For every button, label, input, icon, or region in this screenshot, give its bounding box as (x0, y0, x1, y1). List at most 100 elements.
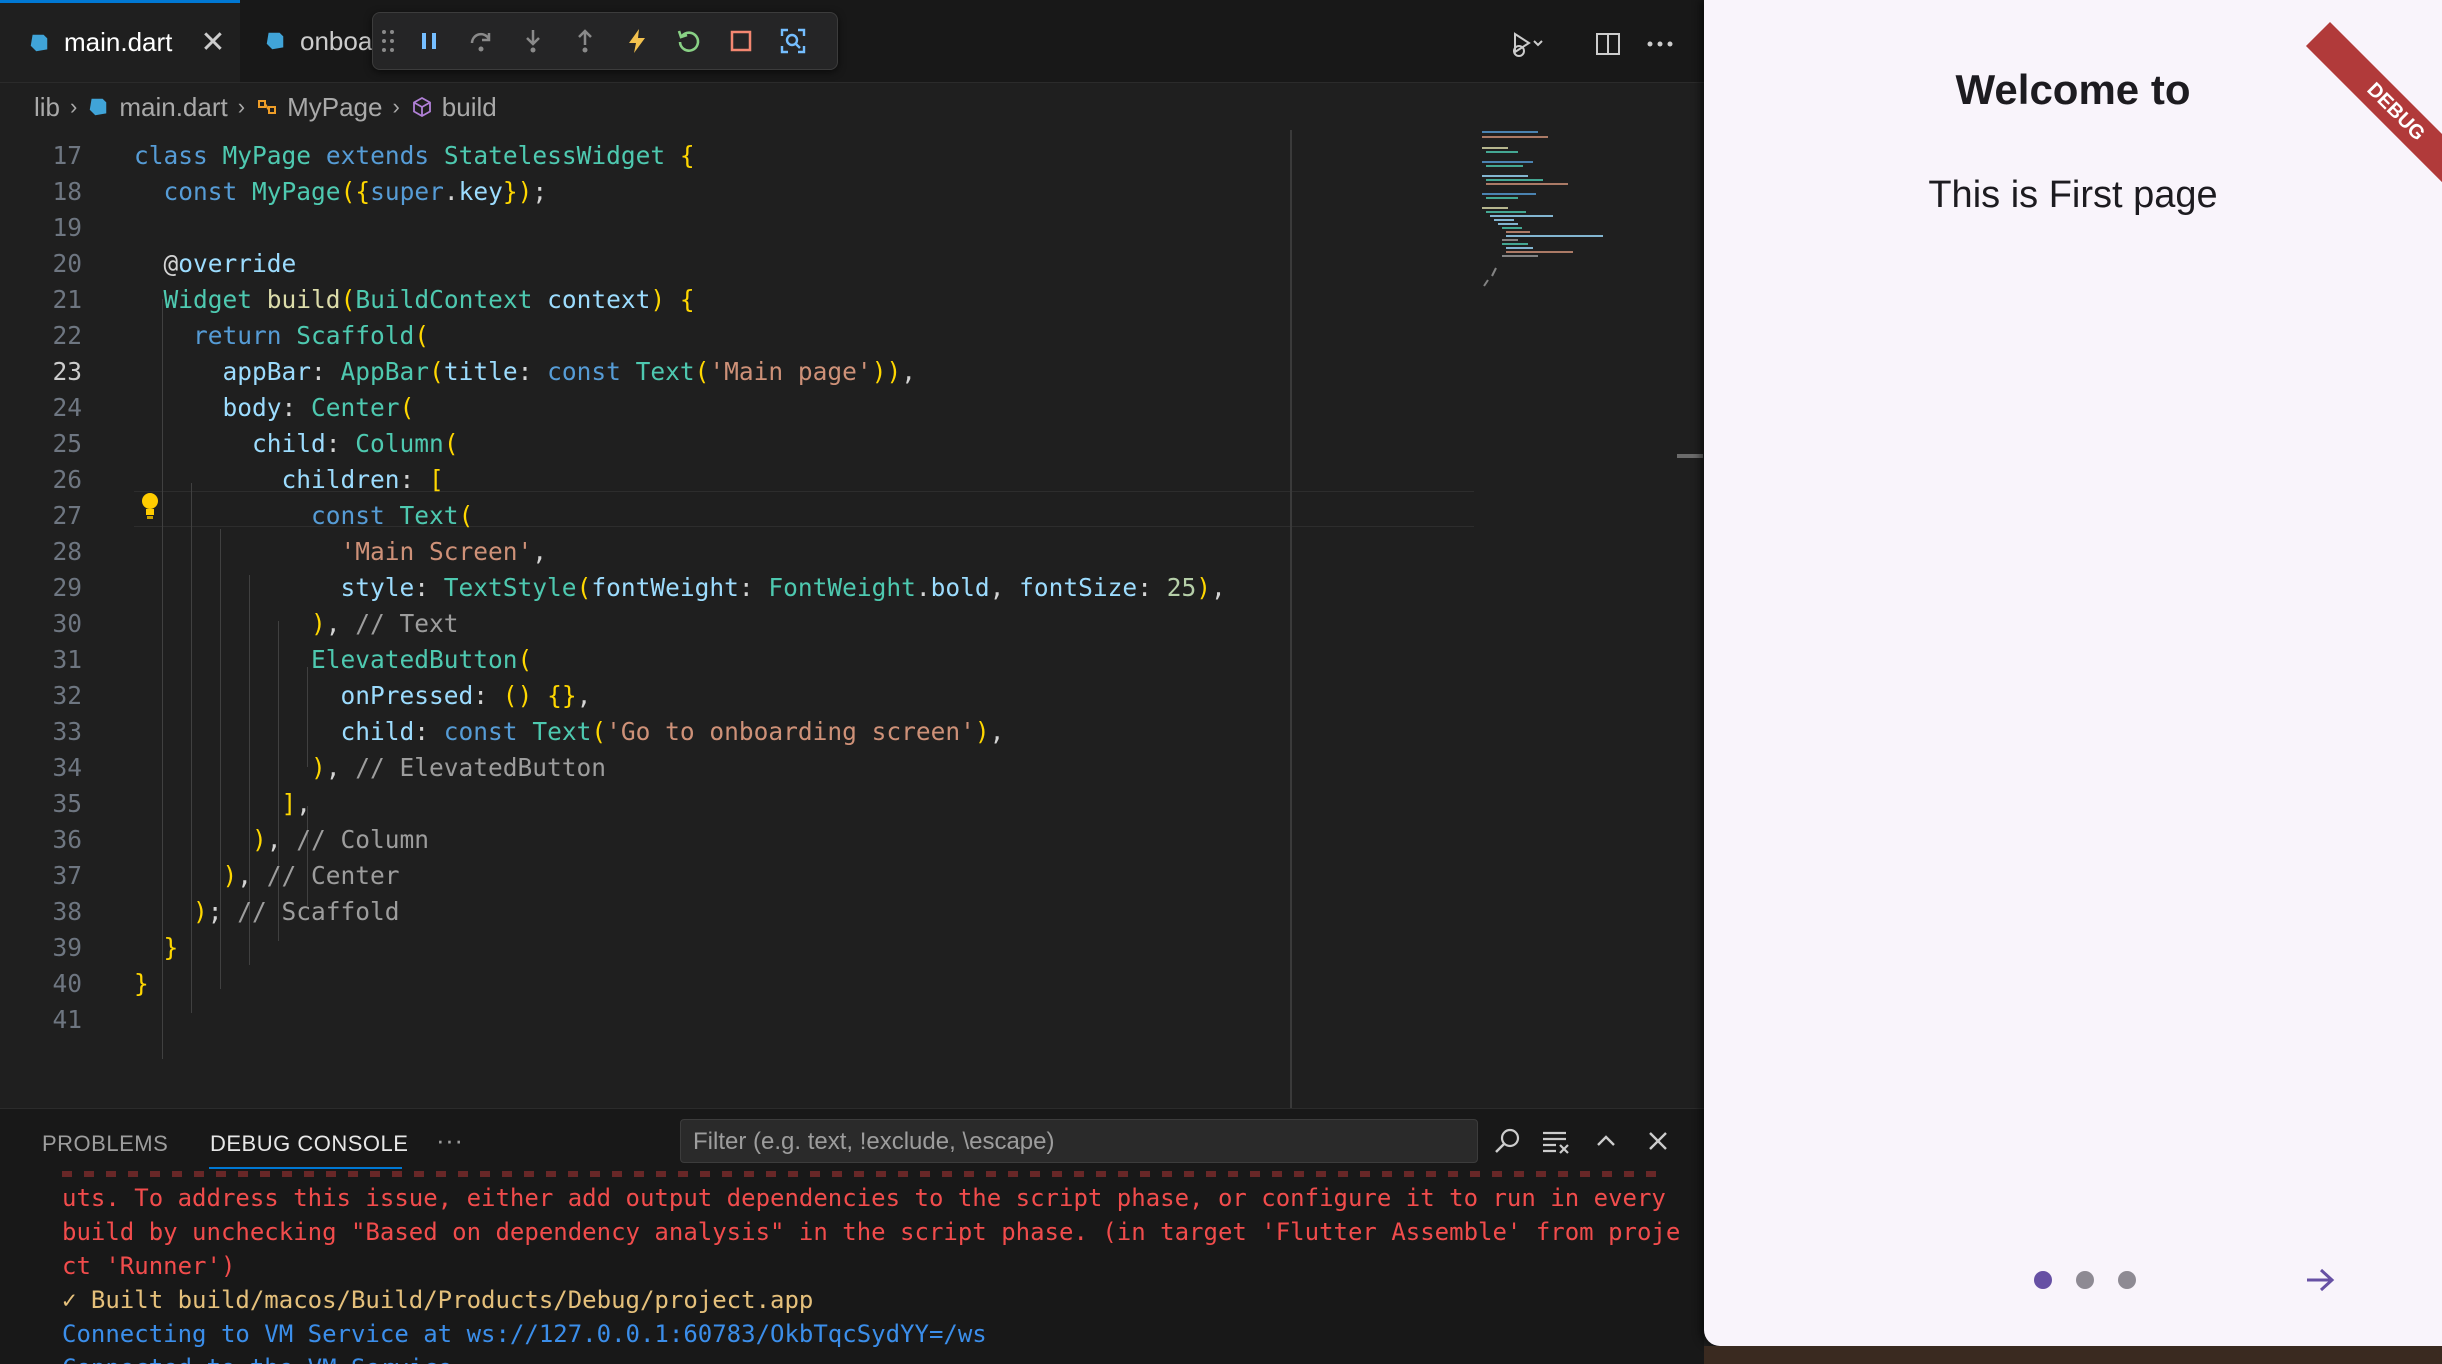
close-icon[interactable]: ✕ (200, 25, 225, 60)
code-line: child: const Text('Go to onboarding scre… (340, 717, 1005, 746)
minimap[interactable] (1478, 128, 1618, 298)
next-button[interactable] (2298, 1258, 2342, 1302)
page-dot[interactable] (2076, 1271, 2094, 1289)
line-number: 41 (52, 1005, 82, 1034)
more-actions-icon[interactable] (1642, 26, 1678, 62)
breadcrumb-class[interactable]: MyPage (287, 92, 382, 123)
split-editor-icon[interactable] (1590, 26, 1626, 62)
line-number: 39 (52, 933, 82, 962)
console-line: Connecting to VM Service at ws://127.0.0… (62, 1320, 987, 1348)
step-into-icon[interactable] (507, 15, 559, 67)
breadcrumb-method[interactable]: build (442, 92, 497, 123)
line-number: 17 (52, 141, 82, 170)
step-out-icon[interactable] (559, 15, 611, 67)
line-number: 19 (52, 213, 82, 242)
active-tab-indicator (209, 1167, 402, 1169)
editor-tab-bar: main.dart ✕ onboa (0, 0, 1704, 83)
code-line: } (134, 969, 149, 998)
drag-handle-icon[interactable] (373, 15, 403, 67)
line-number: 18 (52, 177, 82, 206)
code-line: style: TextStyle(fontWeight: FontWeight.… (340, 573, 1226, 602)
clear-console-icon[interactable] (1540, 1125, 1572, 1157)
step-over-icon[interactable] (455, 15, 507, 67)
console-line: Connected to the VM Service. (62, 1351, 467, 1364)
scrollbar-marker[interactable] (1677, 454, 1703, 458)
panel-more-button[interactable]: ··· (436, 1125, 463, 1156)
search-icon[interactable] (1492, 1125, 1524, 1157)
code-line: } (163, 933, 179, 962)
run-debug-icon[interactable] (1508, 26, 1544, 62)
tab-main-dart[interactable]: main.dart ✕ (0, 0, 240, 82)
desktop-background (1704, 1346, 2442, 1364)
tab-onboarding[interactable]: onboa (264, 0, 374, 82)
pause-icon[interactable] (403, 15, 455, 67)
chevron-right-icon: › (70, 94, 78, 119)
chevron-right-icon: › (237, 94, 246, 119)
code-line: appBar: AppBar(title: const Text('Main p… (222, 357, 916, 386)
code-line: child: Column( (252, 429, 459, 458)
page-subtitle: This is First page (1928, 174, 2218, 216)
hot-reload-icon[interactable] (611, 15, 663, 67)
console-line: uts. To address this issue, either add o… (62, 1184, 1666, 1212)
code-line: 'Main Screen', (340, 537, 548, 566)
code-area[interactable]: 17 18 19 20 21 22 23 24 25 26 27 28 29 30 31 32 33 34 35 36… (0, 138, 1480, 1108)
line-number: 22 (52, 321, 82, 350)
editor-ruler (1290, 130, 1292, 1108)
breadcrumb-folder[interactable]: lib (34, 92, 60, 123)
line-number: 38 (52, 897, 82, 926)
lightbulb-icon[interactable] (138, 491, 162, 521)
widget-inspector-icon[interactable] (767, 15, 819, 67)
line-number: 23 (52, 357, 82, 386)
line-number: 24 (52, 393, 82, 422)
code-line: children: [ (281, 465, 444, 494)
code-line: ), // ElevatedButton (311, 753, 607, 782)
stop-icon[interactable] (715, 15, 767, 67)
code-line: ), // Center (222, 861, 400, 890)
console-line: ✓ Built build/macos/Build/Products/Debug… (62, 1286, 814, 1314)
code-line: Widget build(BuildContext context) { (163, 285, 695, 314)
line-number: 35 (52, 789, 82, 818)
bottom-panel: PROBLEMS DEBUG CONSOLE ··· Filter (e.g. … (0, 1108, 1704, 1364)
tab-debug-console[interactable]: DEBUG CONSOLE (210, 1131, 408, 1157)
line-number: 29 (52, 573, 82, 602)
code-line: class MyPage extends StatelessWidget { (134, 141, 695, 170)
clipped-text-line (62, 1171, 1662, 1177)
line-number: 27 (52, 501, 82, 530)
breadcrumb-file[interactable]: main.dart (119, 92, 227, 123)
line-number: 40 (52, 969, 82, 998)
restart-icon[interactable] (663, 15, 715, 67)
method-symbol-icon (412, 96, 431, 118)
code-editor-window: main.dart ✕ onboa lib › main.dart › MyPa… (0, 0, 1704, 1364)
code-line: ); // Scaffold (193, 897, 400, 926)
code-line: @override (134, 249, 297, 278)
chevron-up-icon[interactable] (1590, 1125, 1622, 1157)
filter-input[interactable]: Filter (e.g. text, !exclude, \escape) (680, 1119, 1478, 1163)
line-number: 28 (52, 537, 82, 566)
debug-console-output[interactable]: uts. To address this issue, either add o… (0, 1171, 1704, 1364)
code-line: ElevatedButton( (311, 645, 533, 674)
line-number: 36 (52, 825, 82, 854)
console-line: build by unchecking "Based on dependency… (62, 1218, 1681, 1246)
code-line: ), // Text (311, 609, 459, 638)
code-line: const MyPage({super.key}); (163, 177, 548, 206)
code-line: return Scaffold( (193, 321, 430, 350)
tab-label: onboa (300, 25, 373, 56)
welcome-title: Welcome to (1955, 66, 2191, 113)
page-dot[interactable] (2034, 1271, 2052, 1289)
line-number: 21 (52, 285, 82, 314)
code-line: ], (281, 789, 312, 818)
line-number: 30 (52, 609, 82, 638)
code-line: ), // Column (252, 825, 430, 854)
console-line: ct 'Runner') (62, 1252, 236, 1280)
page-dot[interactable] (2118, 1271, 2136, 1289)
line-number: 32 (52, 681, 82, 710)
breadcrumb: lib › main.dart › MyPage › build (0, 84, 1704, 130)
close-icon[interactable] (1642, 1125, 1674, 1157)
line-number: 37 (52, 861, 82, 890)
tab-problems[interactable]: PROBLEMS (42, 1131, 168, 1157)
dart-file-icon (90, 98, 107, 116)
code-line: onPressed: () {}, (340, 681, 592, 710)
dart-file-icon (266, 32, 284, 50)
chevron-right-icon: › (392, 94, 400, 119)
class-symbol-icon (258, 100, 277, 114)
